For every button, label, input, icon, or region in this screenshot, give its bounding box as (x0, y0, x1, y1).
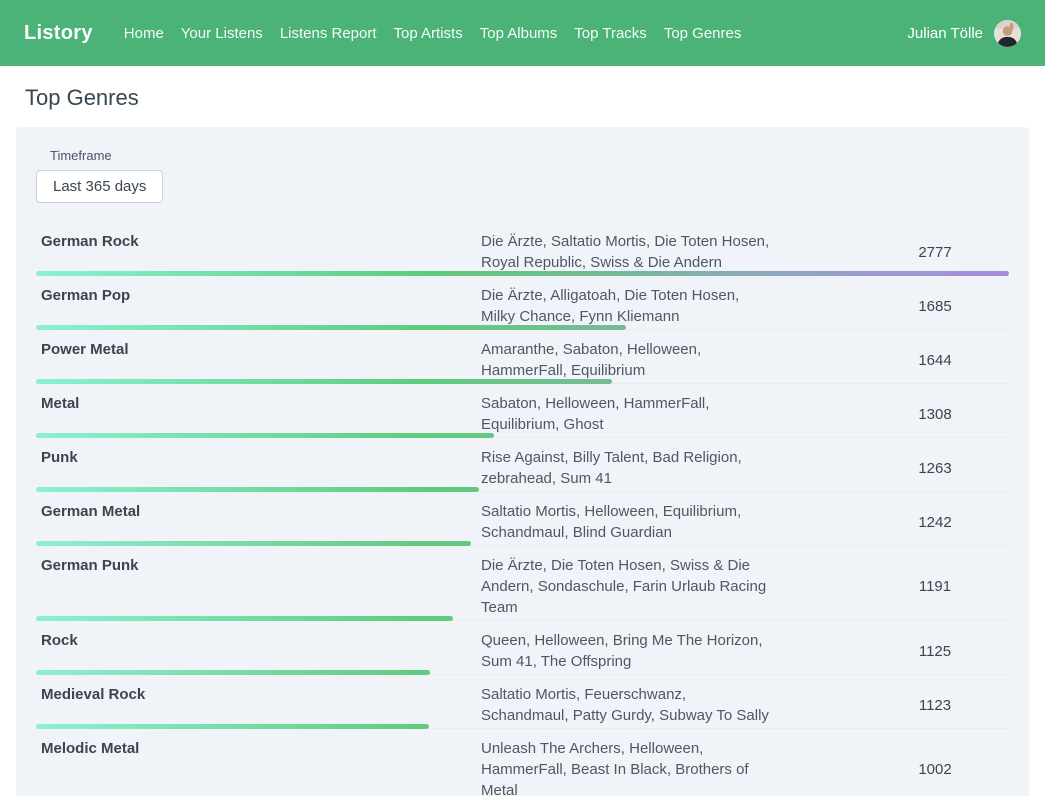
genre-count: 1125 (861, 643, 1009, 660)
genre-name: Power Metal (36, 339, 481, 381)
genre-count: 1002 (861, 761, 1009, 778)
genre-count: 1191 (861, 578, 1009, 595)
user-avatar[interactable] (994, 20, 1021, 47)
genre-row: German Rock Die Ärzte, Saltatio Mortis, … (36, 222, 1009, 276)
genre-artists: Die Ärzte, Saltatio Mortis, Die Toten Ho… (481, 231, 773, 273)
genre-artists: Die Ärzte, Die Toten Hosen, Swiss & Die … (481, 555, 773, 618)
genre-count: 1263 (861, 460, 1009, 477)
timeframe-label: Timeframe (50, 148, 1009, 163)
genre-name: German Metal (36, 501, 481, 543)
genre-row: Rock Queen, Helloween, Bring Me The Hori… (36, 621, 1009, 675)
nav-item-your-listens[interactable]: Your Listens (181, 25, 263, 42)
genre-row: German Pop Die Ärzte, Alligatoah, Die To… (36, 276, 1009, 330)
genre-name: Melodic Metal (36, 738, 481, 796)
genre-artists: Die Ärzte, Alligatoah, Die Toten Hosen, … (481, 285, 773, 327)
genre-row: German Punk Die Ärzte, Die Toten Hosen, … (36, 546, 1009, 621)
top-genres-card: Timeframe Last 365 days German Rock Die … (16, 127, 1029, 796)
avatar-photo-icon (994, 20, 1021, 47)
genre-artists: Amaranthe, Sabaton, Helloween, HammerFal… (481, 339, 773, 381)
genre-count: 1685 (861, 298, 1009, 315)
genre-artists: Queen, Helloween, Bring Me The Horizon, … (481, 630, 773, 672)
nav-item-home[interactable]: Home (124, 25, 164, 42)
genre-name: German Punk (36, 555, 481, 618)
nav-item-top-tracks[interactable]: Top Tracks (574, 25, 647, 42)
nav-item-listens-report[interactable]: Listens Report (280, 25, 377, 42)
timeframe-select[interactable]: Last 365 days (36, 170, 163, 203)
genre-artists: Sabaton, Helloween, HammerFall, Equilibr… (481, 393, 773, 435)
genre-row: Metal Sabaton, Helloween, HammerFall, Eq… (36, 384, 1009, 438)
genre-table: German Rock Die Ärzte, Saltatio Mortis, … (36, 222, 1009, 796)
brand-logo[interactable]: Listory (24, 22, 93, 45)
genre-artists: Unleash The Archers, Helloween, HammerFa… (481, 738, 773, 796)
genre-artists: Rise Against, Billy Talent, Bad Religion… (481, 447, 773, 489)
genre-name: Metal (36, 393, 481, 435)
user-name[interactable]: Julian Tölle (907, 25, 983, 42)
genre-count: 1644 (861, 352, 1009, 369)
genre-row: Power Metal Amaranthe, Sabaton, Hellowee… (36, 330, 1009, 384)
genre-name: Punk (36, 447, 481, 489)
genre-row: Melodic Metal Unleash The Archers, Hello… (36, 729, 1009, 796)
genre-name: Rock (36, 630, 481, 672)
genre-name: German Rock (36, 231, 481, 273)
page-main: Top Genres Timeframe Last 365 days Germa… (0, 85, 1045, 796)
nav-item-top-artists[interactable]: Top Artists (394, 25, 463, 42)
nav-item-top-albums[interactable]: Top Albums (480, 25, 558, 42)
genre-count: 1308 (861, 406, 1009, 423)
nav-item-top-genres[interactable]: Top Genres (664, 25, 742, 42)
genre-artists: Saltatio Mortis, Feuerschwanz, Schandmau… (481, 684, 773, 726)
genre-row: Medieval Rock Saltatio Mortis, Feuerschw… (36, 675, 1009, 729)
genre-count: 1242 (861, 514, 1009, 531)
genre-count: 2777 (861, 244, 1009, 261)
genre-name: German Pop (36, 285, 481, 327)
genre-count: 1123 (861, 697, 1009, 714)
genre-artists: Saltatio Mortis, Helloween, Equilibrium,… (481, 501, 773, 543)
main-nav: Home Your Listens Listens Report Top Artist… (124, 25, 742, 42)
page-title: Top Genres (25, 85, 1029, 111)
genre-name: Medieval Rock (36, 684, 481, 726)
genre-row: Punk Rise Against, Billy Talent, Bad Rel… (36, 438, 1009, 492)
genre-row: German Metal Saltatio Mortis, Helloween,… (36, 492, 1009, 546)
app-header: Listory Home Your Listens Listens Report To… (0, 0, 1045, 66)
